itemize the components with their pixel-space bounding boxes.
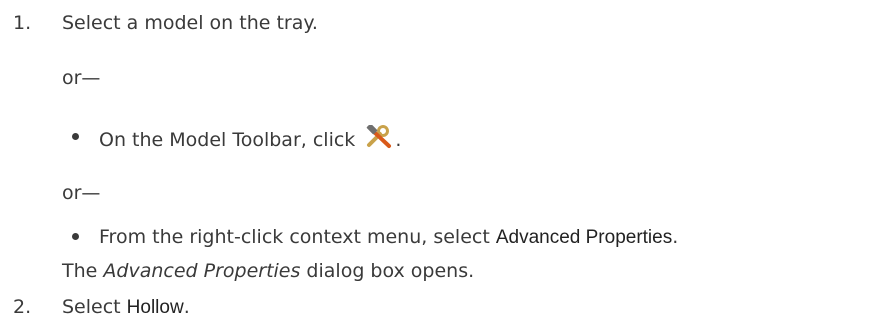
dialog-name-italic: Advanced Properties: [103, 260, 301, 282]
bullet-1-line: On the Model Toolbar, click .: [99, 125, 401, 152]
result-text-before: The: [62, 260, 104, 282]
ui-term-hollow: Hollow: [126, 297, 184, 318]
step-2-text: Select: [62, 296, 121, 318]
step-2-number: 2.: [13, 296, 32, 318]
bullet-marker-1: [72, 133, 79, 140]
step-1-number: 1.: [13, 12, 32, 34]
bullet-2-text: From the right-click context menu, selec…: [99, 226, 490, 248]
bullet-2-line: From the right-click context menu, selec…: [99, 225, 678, 250]
result-text-after: dialog box opens.: [300, 260, 475, 282]
bullet-1-period: .: [395, 129, 402, 151]
bullet-1-text: On the Model Toolbar, click: [99, 129, 356, 151]
step-2-period: .: [183, 296, 190, 318]
step-1-text: Select a model on the tray.: [62, 12, 318, 34]
ui-term-advanced-properties: Advanced Properties: [495, 227, 673, 248]
step-2-line: Select Hollow.: [62, 295, 190, 320]
or-separator-1: or—: [62, 67, 101, 89]
or-separator-2: or—: [62, 182, 101, 204]
result-line: The Advanced Properties dialog box opens…: [62, 259, 474, 283]
hammer-wrench-tools-icon: [367, 125, 392, 148]
bullet-marker-2: [72, 233, 79, 240]
bullet-2-period: .: [672, 226, 679, 248]
